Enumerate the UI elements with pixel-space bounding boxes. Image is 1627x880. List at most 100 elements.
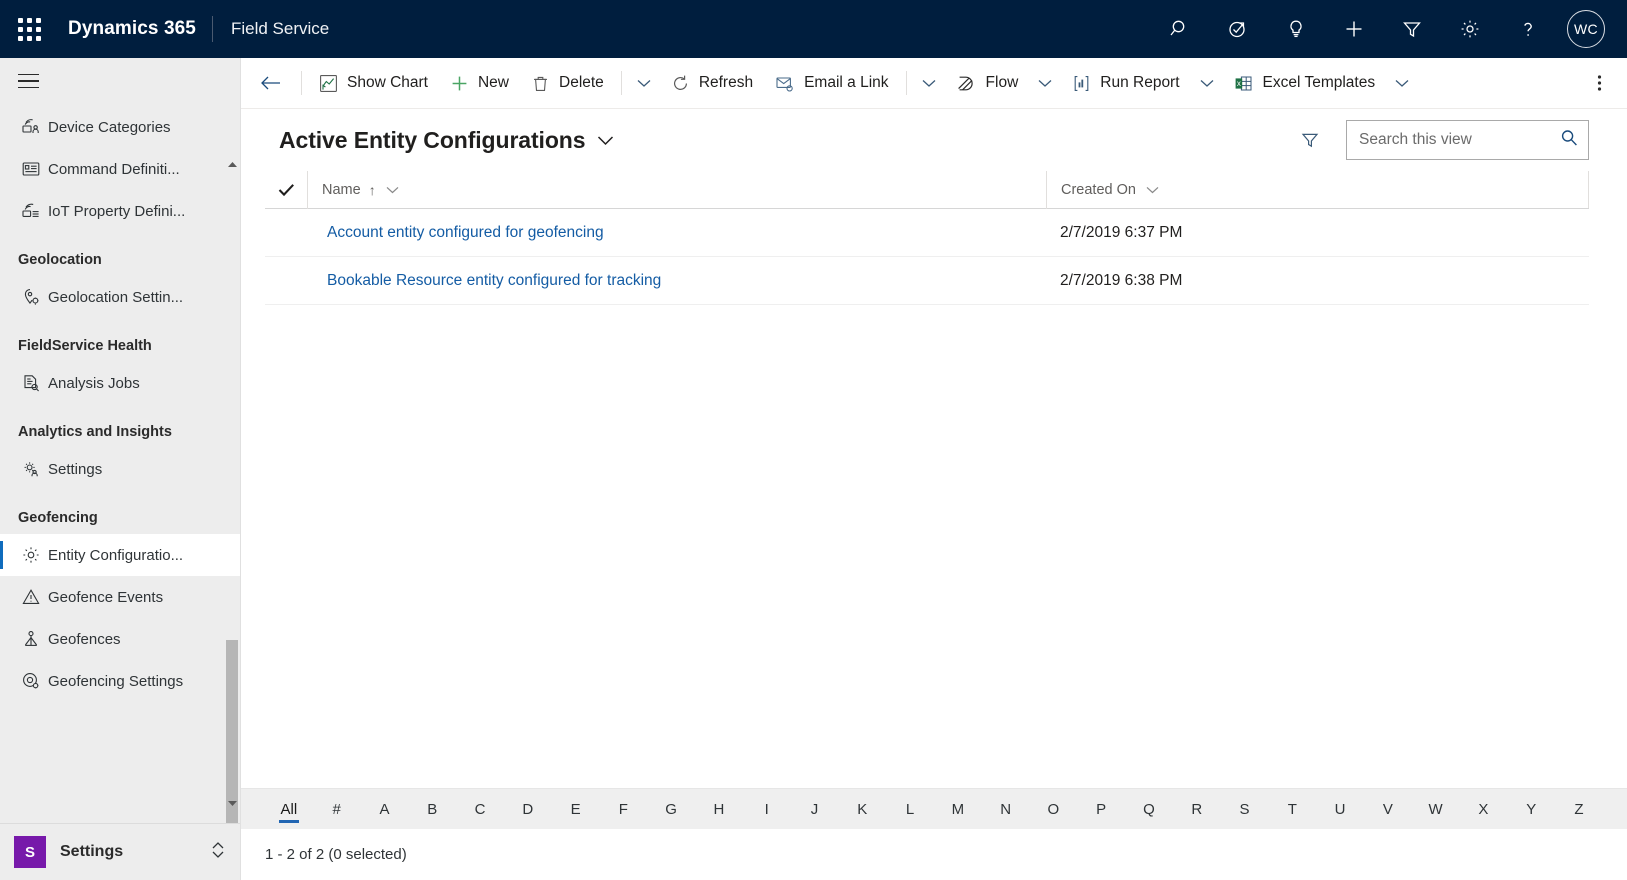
alpha-filter-p[interactable]: P	[1077, 789, 1125, 830]
show-chart-button[interactable]: Show Chart	[308, 61, 439, 105]
alpha-filter-b[interactable]: B	[408, 789, 456, 830]
excel-templates-dropdown-caret[interactable]	[1386, 61, 1418, 105]
alpha-filter-c[interactable]: C	[456, 789, 504, 830]
alpha-filter-all[interactable]: All	[265, 789, 313, 830]
alpha-filter-h[interactable]: H	[695, 789, 743, 830]
search-icon[interactable]	[1151, 0, 1209, 58]
email-a-link-label: Email a Link	[804, 74, 889, 91]
alpha-filter-k[interactable]: K	[838, 789, 886, 830]
alpha-filter-l[interactable]: L	[886, 789, 934, 830]
sidebar-item-device-categories[interactable]: Device Categories	[0, 106, 240, 148]
alpha-filter-d[interactable]: D	[504, 789, 552, 830]
sidebar-scrollbar[interactable]	[226, 150, 238, 823]
alpha-filter-label: C	[474, 800, 486, 818]
sidebar-item-geolocation-settings[interactable]: Geolocation Settin...	[0, 276, 240, 318]
scroll-up-arrow-icon[interactable]	[226, 158, 238, 172]
flow-dropdown-caret[interactable]	[1029, 61, 1061, 105]
alpha-filter-label: V	[1382, 800, 1393, 818]
alpha-filter-v[interactable]: V	[1364, 789, 1412, 830]
alpha-filter-j[interactable]: J	[791, 789, 839, 830]
view-filter-icon[interactable]	[1292, 122, 1328, 158]
email-a-link-button[interactable]: Email a Link	[764, 61, 899, 105]
alpha-filter-hash[interactable]: #	[313, 789, 361, 830]
alpha-filter-u[interactable]: U	[1316, 789, 1364, 830]
grid-empty-space	[265, 305, 1589, 788]
brand-title[interactable]: Dynamics 365	[58, 18, 212, 40]
alpha-filter-t[interactable]: T	[1268, 789, 1316, 830]
alpha-filter-o[interactable]: O	[1030, 789, 1078, 830]
sidebar-item-entity-configurations[interactable]: Entity Configuratio...	[0, 534, 240, 576]
alpha-filter-w[interactable]: W	[1412, 789, 1460, 830]
app-launcher-icon[interactable]	[0, 0, 58, 58]
column-header-created-on[interactable]: Created On	[1046, 170, 1588, 209]
new-button[interactable]: New	[439, 61, 520, 105]
alpha-filter-m[interactable]: M	[934, 789, 982, 830]
alphabet-filter-bar: All # A B C D E F G H I J K L M N O P Q R S T U V W X Y Z	[241, 788, 1627, 829]
alpha-filter-x[interactable]: X	[1460, 789, 1508, 830]
record-name-link[interactable]: Account entity configured for geofencing	[307, 224, 1046, 242]
page-title[interactable]: Active Entity Configurations	[279, 127, 586, 154]
alpha-filter-y[interactable]: Y	[1507, 789, 1555, 830]
search-icon[interactable]	[1559, 128, 1579, 153]
alpha-filter-label: #	[332, 800, 341, 818]
alpha-filter-a[interactable]: A	[361, 789, 409, 830]
hamburger-menu-icon[interactable]	[0, 58, 240, 104]
alpha-filter-s[interactable]: S	[1221, 789, 1269, 830]
alpha-filter-q[interactable]: Q	[1125, 789, 1173, 830]
alpha-filter-g[interactable]: G	[647, 789, 695, 830]
area-switcher[interactable]: S Settings	[0, 823, 240, 880]
sidebar-group-fieldservice-health: FieldService Health	[18, 338, 152, 354]
alpha-filter-f[interactable]: F	[599, 789, 647, 830]
back-button[interactable]	[249, 61, 293, 105]
more-commands-icon[interactable]	[1579, 61, 1619, 105]
filter-icon[interactable]	[1383, 0, 1441, 58]
email-a-link-dropdown-caret[interactable]	[913, 61, 945, 105]
chevron-down-icon[interactable]	[386, 186, 399, 194]
sidebar-item-settings[interactable]: Settings	[0, 448, 240, 490]
excel-templates-button[interactable]: x Excel Templates	[1223, 61, 1387, 105]
sidebar-item-analysis-jobs[interactable]: Analysis Jobs	[0, 362, 240, 404]
assistant-icon[interactable]	[1209, 0, 1267, 58]
select-all-checkbox[interactable]	[265, 183, 307, 197]
delete-dropdown-caret[interactable]	[628, 61, 660, 105]
search-input[interactable]	[1359, 131, 1559, 149]
search-box[interactable]	[1346, 120, 1589, 160]
delete-button[interactable]: Delete	[520, 61, 615, 105]
record-name-link[interactable]: Bookable Resource entity configured for …	[307, 272, 1046, 290]
command-separator	[301, 71, 302, 95]
flow-button[interactable]: Flow	[945, 61, 1030, 105]
scroll-down-arrow-icon[interactable]	[226, 797, 238, 811]
sidebar-item-geofence-events[interactable]: Geofence Events	[0, 576, 240, 618]
lightbulb-icon[interactable]	[1267, 0, 1325, 58]
sidebar-item-geofencing-settings[interactable]: Geofencing Settings	[0, 660, 240, 702]
refresh-button[interactable]: Refresh	[660, 61, 764, 105]
alpha-filter-z[interactable]: Z	[1555, 789, 1603, 830]
help-icon[interactable]	[1499, 0, 1557, 58]
column-header-name[interactable]: Name ↑	[307, 170, 1046, 209]
command-definition-icon	[14, 159, 48, 179]
up-down-chevron-icon[interactable]	[210, 839, 226, 866]
view-selector-chevron-down-icon[interactable]	[597, 135, 614, 146]
alpha-filter-label: U	[1334, 800, 1346, 818]
alpha-filter-i[interactable]: I	[743, 789, 791, 830]
plus-icon[interactable]	[1325, 0, 1383, 58]
warning-triangle-icon	[14, 587, 48, 607]
alpha-filter-n[interactable]: N	[982, 789, 1030, 830]
table-row[interactable]: Account entity configured for geofencing…	[265, 209, 1589, 257]
run-report-dropdown-caret[interactable]	[1191, 61, 1223, 105]
chevron-down-icon[interactable]	[1146, 186, 1159, 194]
gear-icon[interactable]	[1441, 0, 1499, 58]
alpha-filter-label: Z	[1574, 800, 1584, 818]
sidebar-item-command-definitions[interactable]: Command Definiti...	[0, 148, 240, 190]
sidebar-item-label: Device Categories	[48, 118, 171, 136]
sidebar-item-geofences[interactable]: Geofences	[0, 618, 240, 660]
sidebar-scrollbar-thumb[interactable]	[226, 640, 238, 823]
avatar[interactable]: WC	[1567, 10, 1605, 48]
sidebar-item-iot-property-definitions[interactable]: IoT Property Defini...	[0, 190, 240, 232]
column-header-label: Name	[322, 181, 361, 198]
alpha-filter-r[interactable]: R	[1173, 789, 1221, 830]
alpha-filter-e[interactable]: E	[552, 789, 600, 830]
run-report-button[interactable]: Run Report	[1061, 61, 1190, 105]
table-row[interactable]: Bookable Resource entity configured for …	[265, 257, 1589, 305]
app-name-label[interactable]: Field Service	[213, 19, 329, 39]
